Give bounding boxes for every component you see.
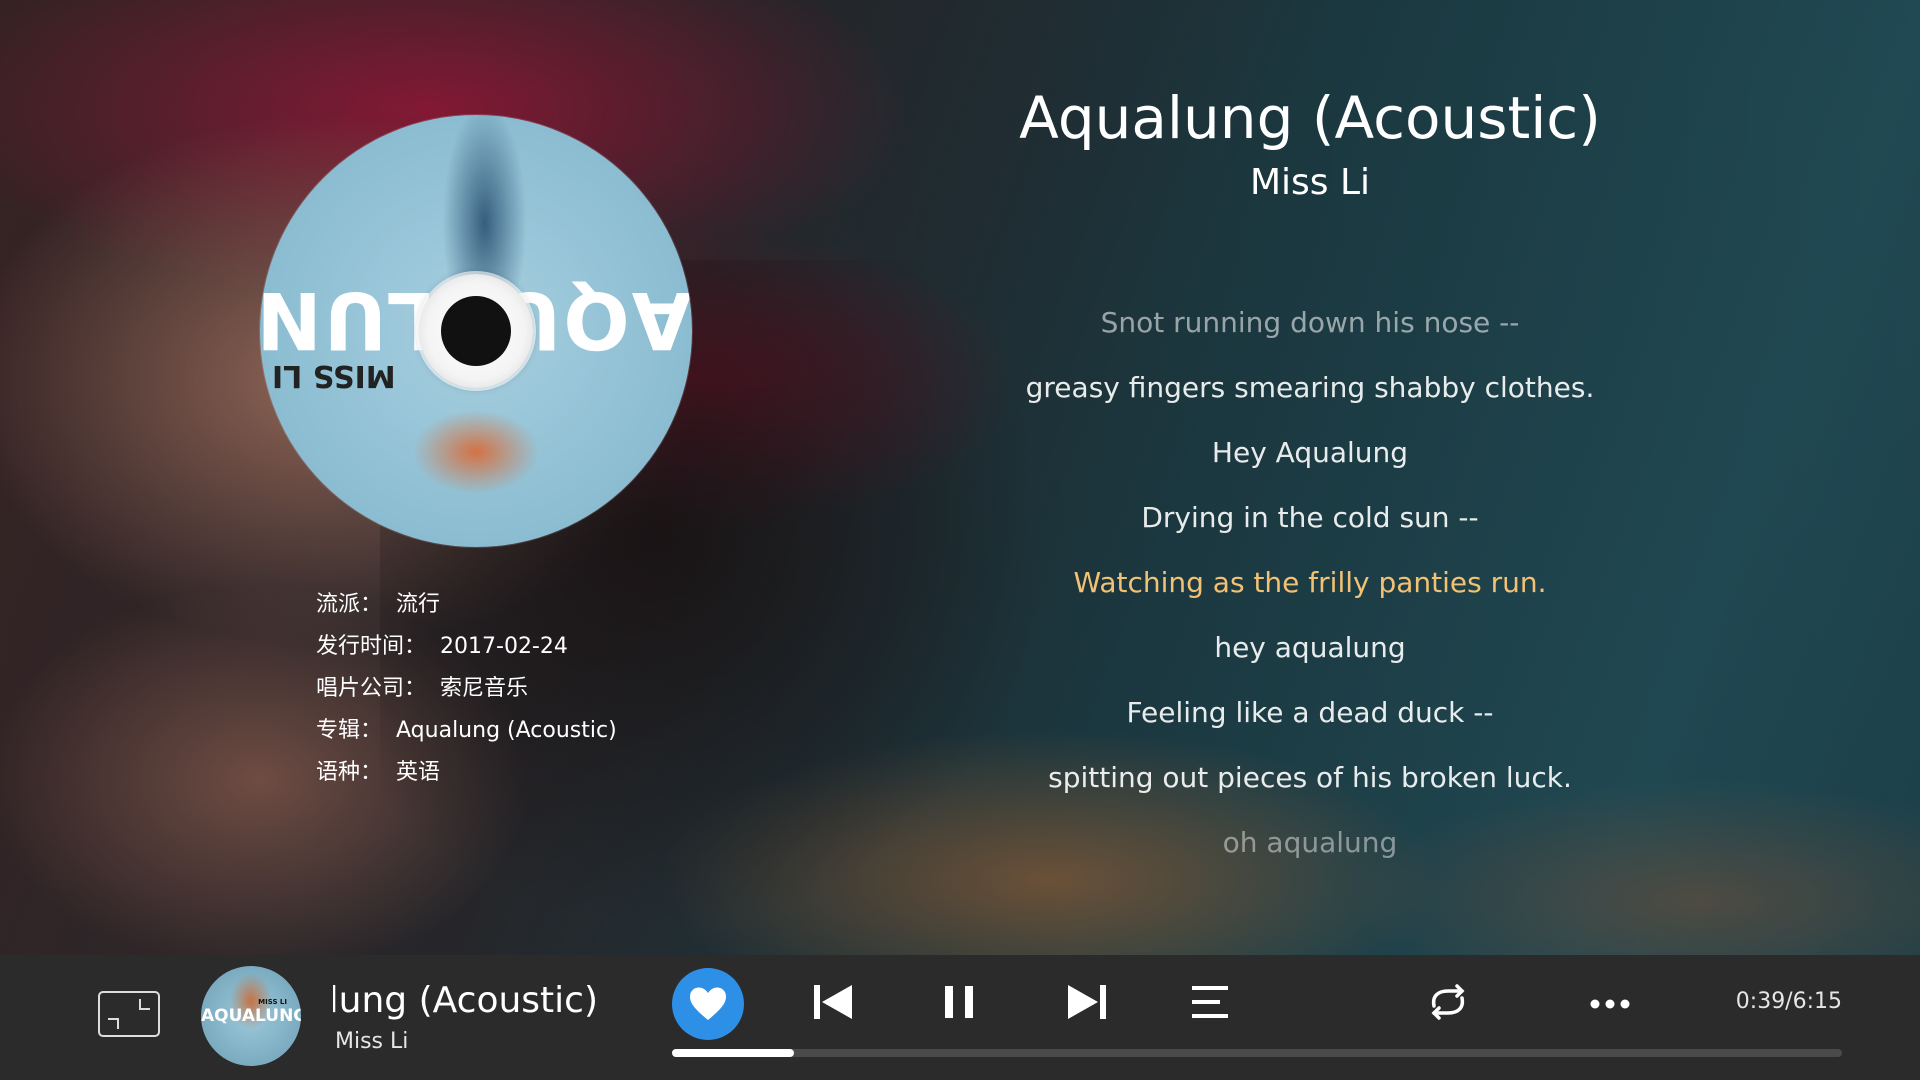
lyric-line: hey aqualung [1214,631,1406,664]
info-label: 发行时间： [316,634,427,659]
info-release-date: 发行时间： 2017-02-24 [316,626,617,668]
lyric-line: Feeling like a dead duck -- [1126,696,1494,729]
now-playing-artist: Miss Li [335,1029,409,1054]
lyric-line: Drying in the cold sun -- [1141,501,1479,534]
album-disc: AQUALUNG MISS LI [260,115,692,547]
now-playing-title-marquee: Aqualung (Acoustic) [333,975,623,1027]
skip-previous-icon [814,985,852,1019]
info-value: 流行 [396,592,441,617]
repeat-button[interactable] [1426,980,1470,1024]
playlist-icon [1192,986,1228,1018]
playback-time: 0:39/6:15 [1735,989,1842,1014]
lyric-line-current: Watching as the frilly panties run. [1073,566,1547,599]
song-artist: Miss Li [1249,162,1371,203]
thumb-artist: MISS LI [258,998,287,1006]
now-playing-title: Aqualung (Acoustic) [333,980,598,1021]
next-button[interactable] [1064,980,1108,1024]
pause-icon [945,986,973,1018]
info-value: 英语 [396,760,441,785]
info-label: 语种： [316,760,383,785]
pause-button[interactable] [941,980,981,1024]
lyrics-panel[interactable]: Snot running down his nose -- greasy fin… [940,298,1680,883]
lyric-line: Snot running down his nose -- [1100,306,1520,339]
info-label: 唱片公司： [316,676,427,701]
thumb-title: AQUALUNG [201,1006,301,1026]
info-value: 2017-02-24 [440,634,568,659]
song-info: 流派： 流行 发行时间： 2017-02-24 唱片公司： 索尼音乐 专辑： A… [316,584,617,794]
info-language: 语种： 英语 [316,752,617,794]
fullscreen-button[interactable] [98,991,160,1037]
skip-next-icon [1068,985,1106,1019]
repeat-icon [1431,984,1465,1020]
more-button[interactable] [1588,980,1632,1024]
progress-bar[interactable] [672,1049,1842,1057]
disc-center-hole [441,296,511,366]
like-button[interactable] [672,968,744,1040]
info-label: 流派： [316,592,383,617]
playlist-button[interactable] [1190,980,1234,1024]
info-label: 专辑： [316,718,383,743]
more-icon [1590,999,1630,1009]
lyric-line: greasy fingers smearing shabby clothes. [1025,371,1595,404]
lyric-line: Hey Aqualung [1211,436,1409,469]
info-genre: 流派： 流行 [316,584,617,626]
progress-fill [672,1049,794,1057]
lyric-line: oh aqualung [1222,826,1398,859]
song-title: Aqualung (Acoustic) [1019,84,1601,152]
info-label-company: 唱片公司： 索尼音乐 [316,668,617,710]
previous-button[interactable] [812,980,856,1024]
lyric-line: spitting out pieces of his broken luck. [1048,761,1572,794]
disc-cover-artist: MISS LI [272,358,396,393]
info-value: Aqualung (Acoustic) [396,718,617,743]
album-thumbnail[interactable]: MISS LI AQUALUNG [201,966,301,1066]
info-value: 索尼音乐 [440,676,529,701]
info-album: 专辑： Aqualung (Acoustic) [316,710,617,752]
heart-icon [690,987,726,1020]
